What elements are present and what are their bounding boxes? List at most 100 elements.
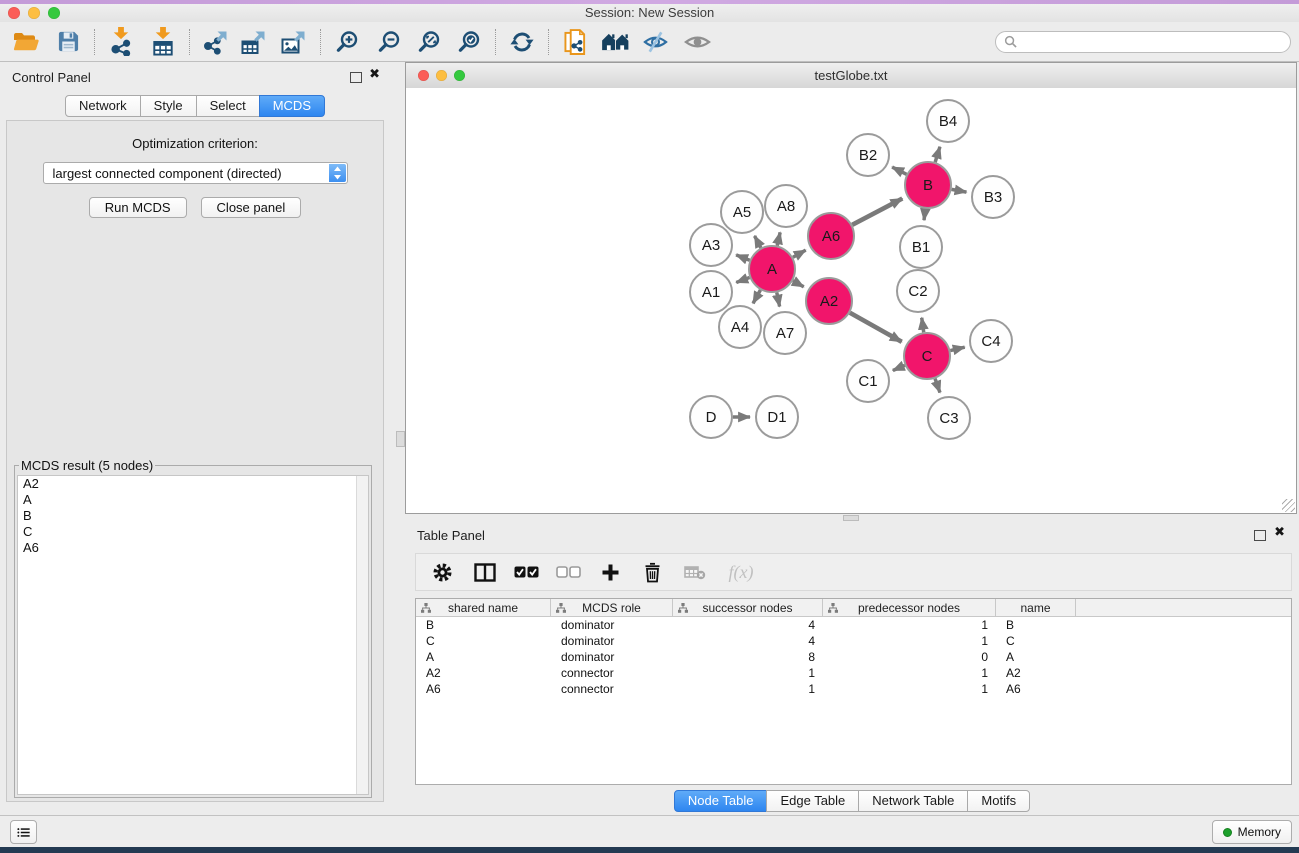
column-header-shared-name[interactable]: shared name xyxy=(416,599,551,616)
homes-icon xyxy=(601,31,630,52)
graph-node-D[interactable]: D xyxy=(690,396,732,438)
mcds-result-item[interactable]: A6 xyxy=(18,540,368,556)
zoom-in-button[interactable] xyxy=(329,26,365,58)
float-panel-icon[interactable] xyxy=(1254,530,1266,541)
graph-edge-A-A7 xyxy=(777,293,780,307)
table-tab-edge-table[interactable]: Edge Table xyxy=(766,790,859,812)
network-close-button[interactable] xyxy=(418,70,429,81)
graph-node-A[interactable]: A xyxy=(749,246,795,292)
zoom-out-button[interactable] xyxy=(371,26,407,58)
network-canvas[interactable]: A A1 A2 A3 A4 A5 A6 A7 A8 B B1 B2 B3B4 C C1 C2 C3C4 D D1 xyxy=(406,88,1296,513)
graph-node-B2[interactable]: B2 xyxy=(847,134,889,176)
table-row-B[interactable]: Bdominator41B xyxy=(416,617,1291,633)
tab-style[interactable]: Style xyxy=(140,95,197,117)
table-row-A[interactable]: Adominator80A xyxy=(416,649,1291,665)
graph-node-D1[interactable]: D1 xyxy=(756,396,798,438)
table-tab-network-table[interactable]: Network Table xyxy=(858,790,968,812)
show-columns-button[interactable] xyxy=(472,559,497,585)
mcds-result-item[interactable]: B xyxy=(18,508,368,524)
add-column-button[interactable] xyxy=(598,559,623,585)
list-scrollbar[interactable] xyxy=(356,476,368,794)
graph-node-A4[interactable]: A4 xyxy=(719,306,761,348)
table-tab-motifs[interactable]: Motifs xyxy=(967,790,1030,812)
splitter-handle-vertical[interactable] xyxy=(396,431,405,447)
delete-column-button[interactable] xyxy=(640,559,665,585)
table-settings-button[interactable] xyxy=(430,559,455,585)
graph-node-C[interactable]: C xyxy=(904,333,950,379)
close-panel-icon[interactable]: ✖ xyxy=(1274,525,1285,540)
network-zoom-button[interactable] xyxy=(454,70,465,81)
graph-node-A3[interactable]: A3 xyxy=(690,224,732,266)
mcds-result-item[interactable]: A xyxy=(18,492,368,508)
search-icon xyxy=(1004,35,1017,48)
graph-node-A7[interactable]: A7 xyxy=(764,312,806,354)
import-network-button[interactable] xyxy=(103,26,139,58)
graph-node-A6[interactable]: A6 xyxy=(808,213,854,259)
mcds-result-group: MCDS result (5 nodes) A2ABCA6 xyxy=(14,458,372,798)
graph-node-B[interactable]: B xyxy=(905,162,951,208)
column-header-predecessor-nodes[interactable]: predecessor nodes xyxy=(823,599,996,616)
network-window-titlebar[interactable]: testGlobe.txt xyxy=(406,63,1296,89)
column-header-successor-nodes[interactable]: successor nodes xyxy=(673,599,823,616)
export-table-button[interactable] xyxy=(236,26,272,58)
table-panel: Table Panel ✖ xyxy=(405,520,1299,815)
tab-network[interactable]: Network xyxy=(65,95,141,117)
graph-node-C4[interactable]: C4 xyxy=(970,320,1012,362)
close-panel-icon[interactable]: ✖ xyxy=(369,67,380,82)
minimize-window-button[interactable] xyxy=(28,7,40,19)
network-from-file-button[interactable] xyxy=(557,26,593,58)
cell: 1 xyxy=(823,617,996,633)
zoom-fit-button[interactable] xyxy=(411,26,447,58)
svg-text:A2: A2 xyxy=(820,293,838,310)
network-minimize-button[interactable] xyxy=(436,70,447,81)
table-body: Bdominator41BCdominator41CAdominator80AA… xyxy=(416,617,1291,697)
close-window-button[interactable] xyxy=(8,7,20,19)
memory-button[interactable]: Memory xyxy=(1212,820,1292,844)
table-row-C[interactable]: Cdominator41C xyxy=(416,633,1291,649)
float-panel-icon[interactable] xyxy=(350,72,362,83)
graph-node-A8[interactable]: A8 xyxy=(765,185,807,227)
criterion-dropdown[interactable]: largest connected component (directed) xyxy=(43,162,348,184)
node-table: shared nameMCDS rolesuccessor nodesprede… xyxy=(415,598,1292,785)
mcds-result-item[interactable]: A2 xyxy=(18,476,368,492)
mcds-result-item[interactable]: C xyxy=(18,524,368,540)
control-panel-title: Control Panel xyxy=(12,70,91,85)
export-image-button[interactable] xyxy=(276,26,312,58)
show-all-button[interactable] xyxy=(597,26,633,58)
tab-select[interactable]: Select xyxy=(196,95,260,117)
graph-node-B4[interactable]: B4 xyxy=(927,100,969,142)
resize-grip[interactable] xyxy=(1282,499,1295,512)
column-header-name[interactable]: name xyxy=(996,599,1076,616)
graph-node-A5[interactable]: A5 xyxy=(721,191,763,233)
run-mcds-button[interactable]: Run MCDS xyxy=(89,197,187,218)
zoom-selected-button[interactable] xyxy=(451,26,487,58)
graph-node-C1[interactable]: C1 xyxy=(847,360,889,402)
deselect-all-button[interactable] xyxy=(556,559,581,585)
export-network-button[interactable] xyxy=(198,26,234,58)
zoom-window-button[interactable] xyxy=(48,7,60,19)
refresh-view-button[interactable] xyxy=(504,26,540,58)
search-field[interactable] xyxy=(995,31,1291,53)
graph-node-C3[interactable]: C3 xyxy=(928,397,970,439)
search-input[interactable] xyxy=(1022,32,1290,52)
graph-edge-A-A4 xyxy=(753,290,760,303)
graph-node-C2[interactable]: C2 xyxy=(897,270,939,312)
tab-mcds[interactable]: MCDS xyxy=(259,95,325,117)
svg-text:B: B xyxy=(923,177,933,194)
save-session-button[interactable] xyxy=(50,26,86,58)
hide-selected-button[interactable] xyxy=(637,26,673,58)
table-row-A6[interactable]: A6connector11A6 xyxy=(416,681,1291,697)
graph-node-B3[interactable]: B3 xyxy=(972,176,1014,218)
graph-node-A2[interactable]: A2 xyxy=(806,278,852,324)
graph-node-A1[interactable]: A1 xyxy=(690,271,732,313)
table-tab-node-table[interactable]: Node Table xyxy=(674,790,768,812)
show-panels-button[interactable] xyxy=(10,820,37,844)
table-row-A2[interactable]: A2connector11A2 xyxy=(416,665,1291,681)
import-table-button[interactable] xyxy=(145,26,181,58)
column-header-mcds-role[interactable]: MCDS role xyxy=(551,599,673,616)
close-panel-button[interactable]: Close panel xyxy=(201,197,302,218)
graph-node-B1[interactable]: B1 xyxy=(900,226,942,268)
select-all-button[interactable] xyxy=(514,559,539,585)
open-session-button[interactable] xyxy=(8,26,44,58)
toolbar-separator xyxy=(495,29,496,55)
